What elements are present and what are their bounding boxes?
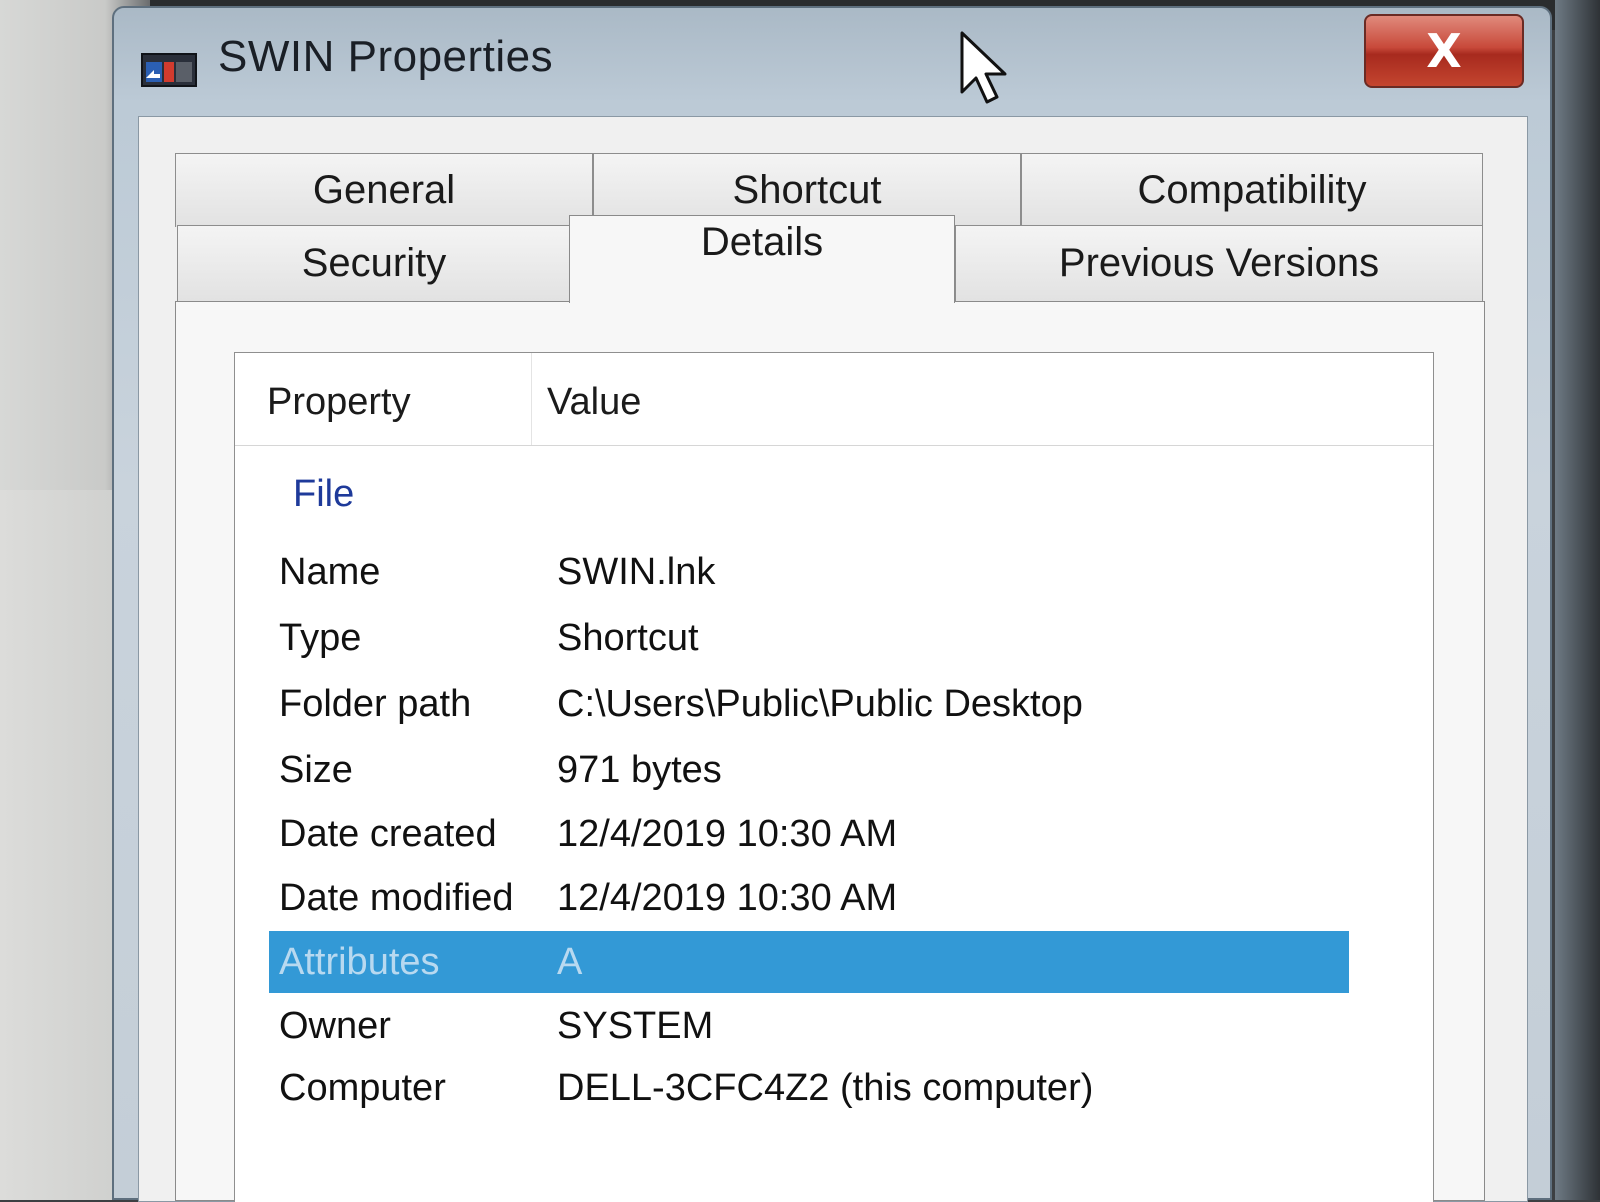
column-header-value[interactable]: Value: [547, 381, 641, 424]
properties-dialog: SWIN Properties X General Shortcut Compa…: [112, 6, 1552, 1202]
tab-general-label: General: [312, 168, 456, 212]
list-row-type[interactable]: Type Shortcut: [269, 607, 1349, 669]
tab-previous-versions[interactable]: Previous Versions: [955, 225, 1483, 301]
property-value: C:\Users\Public\Public Desktop: [557, 683, 1083, 725]
tab-compatibility-label: Compatibility: [1137, 168, 1367, 212]
list-row-size[interactable]: Size 971 bytes: [269, 739, 1349, 801]
list-row-owner[interactable]: Owner SYSTEM: [269, 995, 1349, 1057]
list-header: Property Value: [235, 353, 1433, 446]
property-name: Date modified: [279, 877, 514, 919]
list-row-folder-path[interactable]: Folder path C:\Users\Public\Public Deskt…: [269, 673, 1349, 735]
tab-previous-versions-label: Previous Versions: [1058, 241, 1380, 285]
property-value: 971 bytes: [557, 749, 722, 791]
property-value: 12/4/2019 10:30 AM: [557, 877, 898, 919]
property-value: 12/4/2019 10:30 AM: [557, 813, 898, 855]
tab-security[interactable]: Security: [177, 225, 571, 301]
property-name: Type: [279, 617, 362, 659]
property-name: Name: [279, 551, 381, 593]
tab-general[interactable]: General: [175, 153, 593, 227]
property-name: Size: [279, 749, 353, 791]
tab-details[interactable]: Details: [569, 215, 955, 303]
mouse-cursor-icon: [959, 30, 1009, 106]
close-icon: X: [1426, 24, 1462, 78]
property-name: Owner: [279, 1005, 391, 1047]
property-name: Folder path: [279, 683, 472, 725]
property-name: Computer: [279, 1067, 446, 1109]
window-title: SWIN Properties: [218, 32, 554, 81]
list-row-date-created[interactable]: Date created 12/4/2019 10:30 AM: [269, 803, 1349, 865]
details-list[interactable]: Property Value File Name SWIN.lnk Type S…: [234, 352, 1434, 1202]
property-value: Shortcut: [557, 617, 699, 659]
dialog-client-area: General Shortcut Compatibility Security …: [138, 116, 1528, 1202]
column-divider[interactable]: [531, 353, 532, 445]
property-value: A: [557, 941, 583, 983]
list-row-date-modified[interactable]: Date modified 12/4/2019 10:30 AM: [269, 867, 1349, 929]
title-bar[interactable]: SWIN Properties X: [114, 8, 1550, 108]
tab-shortcut-label: Shortcut: [732, 168, 882, 212]
list-row-attributes-selected[interactable]: Attributes A: [269, 931, 1349, 993]
property-value: DELL-3CFC4Z2 (this computer): [557, 1067, 1094, 1109]
property-name: Date created: [279, 813, 497, 855]
property-name: Attributes: [279, 941, 440, 983]
details-tab-panel: Property Value File Name SWIN.lnk Type S…: [175, 301, 1485, 1202]
close-button[interactable]: X: [1364, 14, 1524, 88]
list-row-name[interactable]: Name SWIN.lnk: [269, 541, 1349, 603]
desktop-background-right: [1555, 0, 1600, 1200]
property-value: SWIN.lnk: [557, 551, 716, 593]
group-label-file: File: [293, 473, 355, 515]
list-row-computer[interactable]: Computer DELL-3CFC4Z2 (this computer): [269, 1057, 1349, 1119]
property-value: SYSTEM: [557, 1005, 714, 1047]
tab-compatibility[interactable]: Compatibility: [1021, 153, 1483, 227]
shortcut-app-icon[interactable]: [140, 48, 198, 88]
tab-details-label: Details: [700, 220, 824, 264]
tab-security-label: Security: [301, 241, 447, 285]
column-header-property[interactable]: Property: [267, 381, 411, 424]
